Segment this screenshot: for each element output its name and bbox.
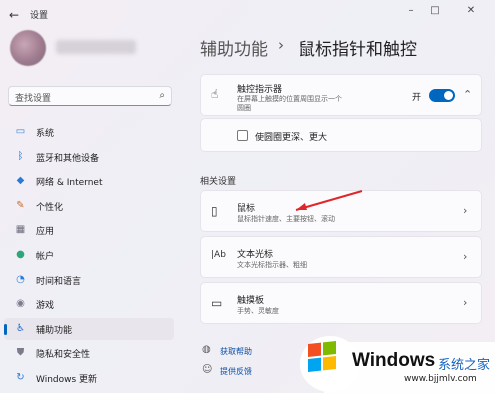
avatar[interactable] [10,30,46,66]
help-icon: ◍ [202,344,211,355]
close-button[interactable]: ✕ [460,3,482,19]
app-title: 设置 [30,11,49,21]
watermark: Windows 系统之家 www.bjjmlv.com [300,330,495,393]
sidebar-item-label: 时间和语言 [36,276,82,287]
apps-icon: ▦ [15,224,26,236]
darker-circle-checkbox[interactable] [237,130,248,141]
sidebar-item-label: 辅助功能 [36,325,73,336]
touch-option-card: 使圆圈更深、更大 [200,118,482,152]
sidebar-item-label: 蓝牙和其他设备 [36,153,100,164]
sidebar-item-label: 系统 [36,129,55,139]
sidebar-item-label: Windows 更新 [36,375,98,385]
sidebar-item[interactable]: ◔ 时间和语言 [4,269,174,291]
give-feedback-link[interactable]: 提供反馈 [220,366,252,377]
sidebar-item[interactable]: ▭ 系统 [4,121,174,143]
brush-icon: ✎ [16,199,25,211]
sidebar-item-label: 游戏 [36,301,55,312]
breadcrumb-separator: › [278,36,284,54]
user-name-blurred [56,40,136,54]
sidebar-item[interactable]: ● 帐户 [4,244,174,266]
minimize-button[interactable]: – [400,3,422,19]
arrow-head [296,203,307,210]
toggle-knob [444,91,453,100]
breadcrumb-parent[interactable]: 辅助功能 [200,35,268,60]
related-card-title: 文本光标 [237,250,274,260]
search-icon[interactable]: ⌕ [159,90,165,101]
globe-clock-icon: ◔ [16,273,25,285]
sidebar-item[interactable]: ◉ 游戏 [4,293,174,315]
sidebar-item-label: 网络 & Internet [36,178,103,189]
accessibility-icon: ♿ [16,322,25,334]
sidebar-item[interactable]: ⛊ 隐私和安全性 [4,342,174,364]
touch-hand-icon: ☝ [211,87,219,101]
related-card[interactable]: ▭ 触摸板 手势、灵敏度 › [200,282,482,324]
darker-circle-label: 使圆圈更深、更大 [255,133,328,143]
search-box[interactable]: 查找设置 ⌕ [8,86,172,106]
related-settings-heading: 相关设置 [200,177,237,187]
sidebar-item-label: 个性化 [36,202,64,213]
toggle-state-label: 开 [412,93,422,103]
annotation-arrow [295,190,363,211]
search-input[interactable]: 查找设置 [15,91,51,104]
touch-indicator-card[interactable]: ☝ 触控指示器 在屏幕上触摸的位置周围显示一个 圆圈 开 ⌃ [200,74,482,116]
related-card-subtitle: 文本光标指示器、粗细 [237,261,307,269]
touch-indicator-toggle[interactable] [429,89,455,102]
sidebar-item[interactable]: ▦ 应用 [4,219,174,241]
monitor-icon: ▭ [15,126,26,137]
sidebar-item-label: 帐户 [36,252,55,262]
watermark-url: www.bjjmlv.com [404,374,477,384]
account-icon: ● [16,249,25,260]
sidebar-item[interactable]: ᛒ 蓝牙和其他设备 [4,146,174,168]
title-bar: ← 设置 – □ ✕ [0,0,495,28]
collapse-chevron-icon[interactable]: ⌃ [463,88,472,101]
sidebar-item[interactable]: ◆ 网络 & Internet [4,170,174,192]
chevron-right-icon: › [463,296,468,309]
chevron-right-icon: › [463,204,468,217]
feedback-icon: ☺ [202,364,213,375]
sidebar-item[interactable]: ↻ Windows 更新 [4,367,174,389]
page-title: 鼠标指针和触控 [298,40,417,60]
chevron-right-icon: › [463,250,468,263]
get-help-link[interactable]: 获取帮助 [220,346,252,357]
wifi-icon: ◆ [16,175,25,187]
related-card-subtitle: 手势、灵敏度 [237,307,279,315]
gamepad-icon: ◉ [16,298,25,310]
related-card-title: 触摸板 [237,296,265,306]
update-icon: ↻ [16,372,25,383]
sidebar-item[interactable]: ✎ 个性化 [4,195,174,217]
related-card[interactable]: |Ab 文本光标 文本光标指示器、粗细 › [200,236,482,278]
watermark-brand: Windows [352,350,436,371]
back-icon[interactable]: ← [9,8,19,22]
selected-indicator [4,323,7,335]
bluetooth-icon: ᛒ [17,150,24,162]
touchpad-icon: ▭ [211,296,223,310]
sidebar-item[interactable]: ♿ 辅助功能 [4,317,174,340]
mouse-icon: ▯ [211,204,218,218]
watermark-cn: 系统之家 [438,358,491,373]
related-card-title: 鼠标 [237,204,256,214]
touch-indicator-subtitle-2: 圆圈 [237,104,251,112]
maximize-button[interactable]: □ [424,3,446,19]
shield-icon: ⛊ [16,347,25,359]
touch-indicator-subtitle-1: 在屏幕上触摸的位置周围显示一个 [237,95,342,103]
sidebar-item-label: 应用 [36,227,55,238]
sidebar-item-label: 隐私和安全性 [36,350,91,361]
text-cursor-icon: |Ab [211,250,226,260]
